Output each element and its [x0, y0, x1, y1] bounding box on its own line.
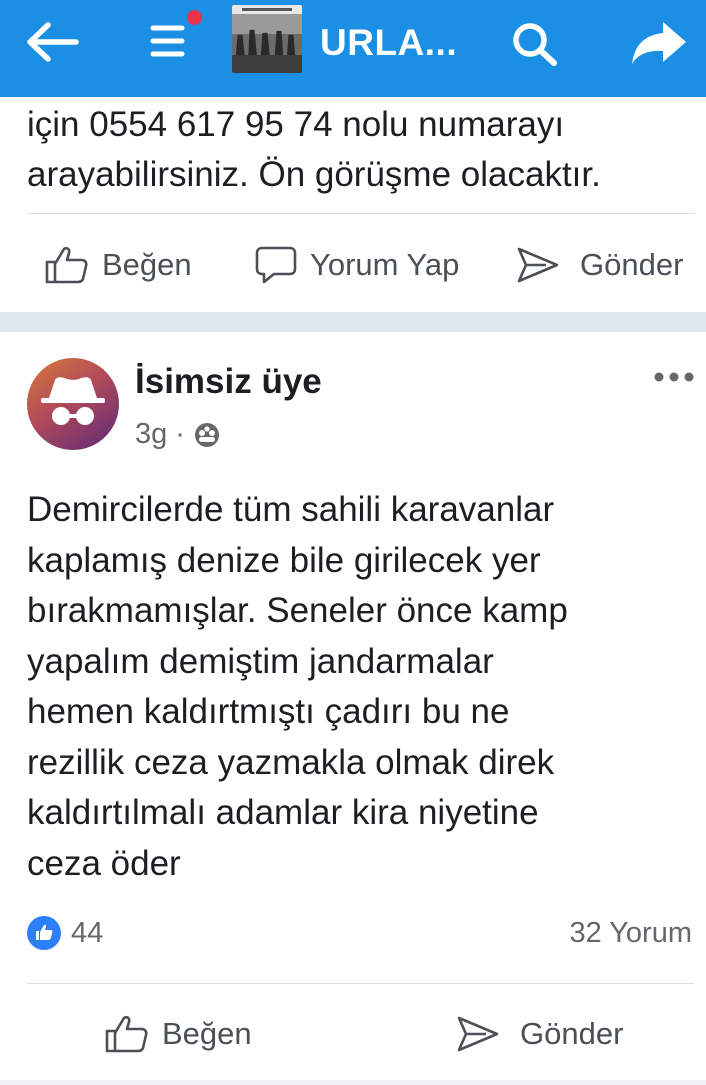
menu-icon[interactable] — [150, 20, 194, 62]
previous-post-line: için 0554 617 95 74 nolu numarayı — [27, 105, 565, 144]
post-line: bırakmamışlar. Seneler önce kamp — [27, 591, 568, 630]
anonymous-avatar[interactable] — [27, 358, 119, 450]
send-button[interactable]: Gönder — [516, 245, 683, 285]
post-line: ceza öder — [27, 843, 181, 883]
post-line: kaldırtılmalı adamlar kira niyetine — [27, 793, 539, 832]
reactions-summary[interactable]: 44 — [27, 916, 103, 950]
post-like-button[interactable]: Beğen — [104, 1014, 252, 1054]
like-label: Beğen — [102, 247, 192, 282]
divider — [27, 983, 694, 984]
send-label: Gönder — [580, 247, 684, 282]
post-send-button[interactable]: Gönder — [456, 1014, 623, 1054]
send-icon — [457, 1016, 499, 1052]
thumbs-up-icon — [105, 1015, 148, 1053]
like-reaction-icon — [27, 916, 61, 950]
page-title[interactable]: URLA... — [320, 22, 457, 64]
divider — [27, 213, 694, 214]
notification-dot — [185, 8, 204, 27]
comment-count[interactable]: 32 Yorum — [569, 917, 692, 950]
comment-label: Yorum Yap — [310, 247, 460, 282]
post-line: yapalım demiştim jandarmalar — [27, 641, 494, 681]
thumbs-up-icon — [45, 246, 88, 284]
top-app-bar: URLA... — [0, 0, 706, 97]
post-meta: 3g · — [135, 418, 221, 451]
post-body: Demircilerde tüm sahili karavanlar kapla… — [27, 485, 687, 889]
post-author[interactable]: İsimsiz üye — [135, 362, 322, 402]
feed-separator — [0, 312, 706, 332]
previous-post-line: arayabilirsiniz. Ön görüşme olacaktır. — [27, 155, 601, 194]
meta-separator: · — [175, 418, 185, 450]
group-audience-icon — [194, 422, 219, 447]
post-line: rezillik ceza yazmakla olmak direk — [27, 742, 555, 782]
like-count: 44 — [71, 916, 104, 949]
incognito-icon — [41, 377, 105, 425]
bottom-separator — [0, 1080, 706, 1085]
send-label: Gönder — [520, 1016, 624, 1051]
post-line: Demircilerde tüm sahili karavanlar — [27, 490, 555, 529]
group-thumbnail[interactable] — [232, 5, 302, 73]
search-icon[interactable] — [510, 20, 560, 66]
comment-button[interactable]: Yorum Yap — [254, 245, 459, 285]
send-icon — [517, 247, 559, 283]
comment-icon — [255, 246, 297, 284]
like-button[interactable]: Beğen — [44, 245, 192, 285]
post-line: hemen kaldırtmıştı çadırı bu ne — [27, 692, 510, 731]
back-arrow-icon[interactable] — [26, 22, 80, 62]
like-label: Beğen — [162, 1016, 252, 1051]
more-options-icon[interactable] — [652, 370, 696, 384]
previous-post-text: için 0554 617 95 74 nolu numarayı arayab… — [27, 100, 697, 200]
post-line: kaplamış denize bile girilecek yer — [27, 540, 541, 580]
share-icon[interactable] — [630, 20, 688, 66]
post-time[interactable]: 3g — [135, 418, 167, 451]
